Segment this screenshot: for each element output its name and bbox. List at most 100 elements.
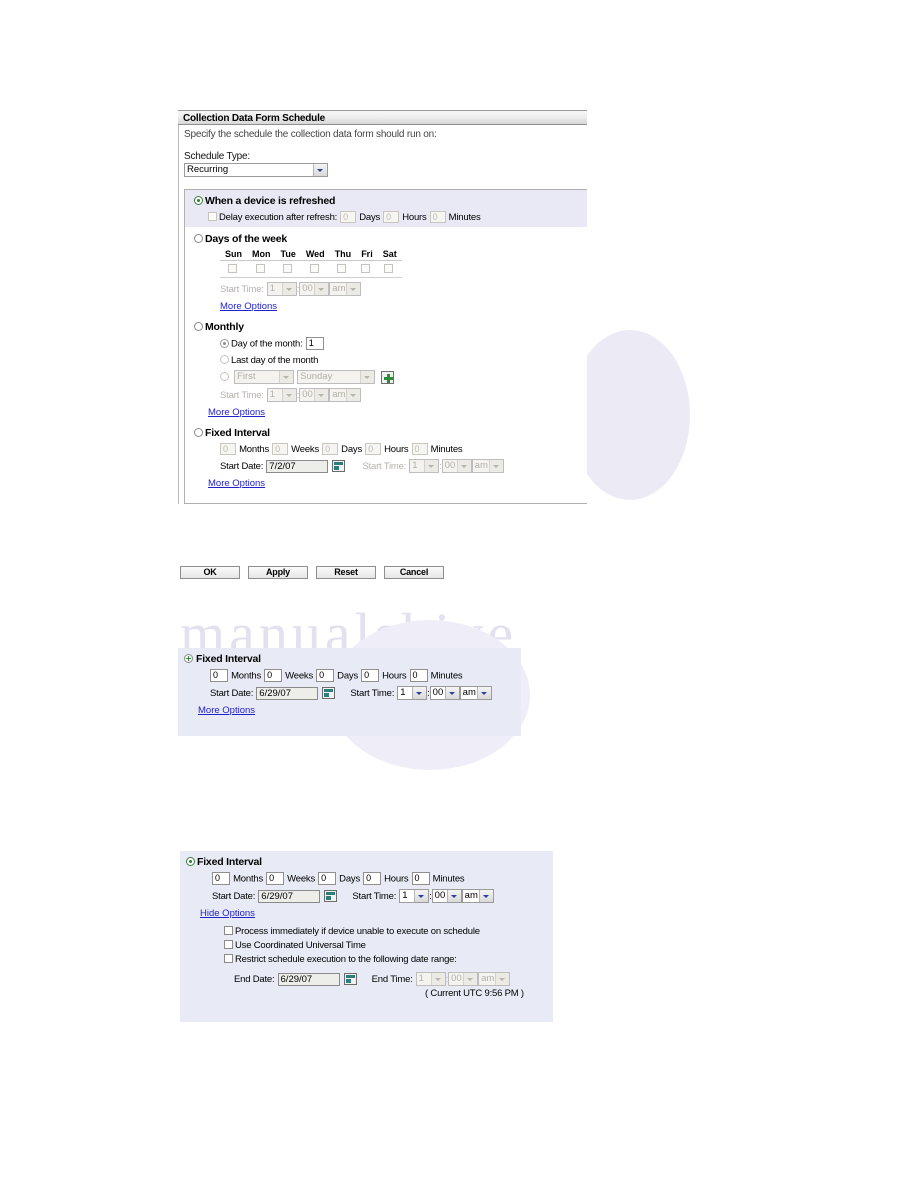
chevron-down-icon	[430, 973, 445, 985]
chevron-down-icon	[412, 687, 427, 699]
fixed-start-minute-select[interactable]: 00	[441, 459, 472, 474]
fixed-weeks-input[interactable]: 0	[264, 669, 283, 682]
reset-button[interactable]: Reset	[316, 566, 376, 579]
checkbox-day-tue[interactable]	[282, 264, 292, 274]
monthly-start-minute-value: 00	[302, 389, 313, 401]
weekly-start-meridiem-select[interactable]: am	[329, 282, 362, 297]
fixed-interval-collapsed-header[interactable]: Fixed Interval	[184, 653, 521, 665]
fixed-days-input[interactable]: 0	[318, 872, 337, 885]
checkbox-delay-execution[interactable]	[208, 212, 217, 221]
delay-minutes-input[interactable]: 0	[429, 211, 446, 224]
fixed-start-meridiem-select[interactable]: am	[461, 889, 494, 903]
fixed-interval-collapsed-body: Fixed Interval 0 Months 0 Weeks 0 Days 0…	[178, 648, 521, 716]
fixed-minutes-input[interactable]: 0	[411, 872, 430, 885]
fixed-start-meridiem-select[interactable]: am	[471, 459, 504, 474]
fixed-more-options-link[interactable]: More Options	[208, 478, 265, 489]
calendar-icon[interactable]	[343, 973, 357, 985]
fixed-start-hour-select[interactable]: 1	[397, 686, 428, 700]
chevron-down-icon	[476, 687, 491, 699]
radio-ordinal-weekday[interactable]	[220, 372, 229, 381]
radio-fixed-interval[interactable]	[184, 654, 193, 663]
monthly-more-options-link[interactable]: More Options	[208, 407, 265, 418]
fixed-start-hour-select[interactable]: 1	[409, 459, 440, 474]
end-hour-value: 1	[418, 973, 424, 984]
add-icon[interactable]	[381, 370, 395, 384]
monthly-start-meridiem-select[interactable]: am	[329, 388, 362, 403]
more-options-link[interactable]: More Options	[198, 705, 255, 716]
ok-button[interactable]: OK	[180, 566, 240, 579]
checkbox-day-sat[interactable]	[384, 264, 394, 274]
checkbox-restrict-range[interactable]	[224, 954, 233, 963]
monthly-start-minute-select[interactable]: 00	[299, 388, 330, 403]
fixed-days-input[interactable]: 0	[322, 443, 339, 456]
calendar-icon[interactable]	[324, 890, 338, 902]
checkbox-day-fri[interactable]	[361, 264, 371, 274]
option-group-on-refresh[interactable]: When a device is refreshed Delay executi…	[185, 190, 587, 229]
schedule-type-label: Schedule Type:	[184, 151, 250, 162]
fixed-start-minute-select[interactable]: 00	[431, 889, 462, 903]
end-date-input[interactable]: 6/29/07	[277, 972, 340, 986]
fixed-start-hour-select[interactable]: 1	[399, 889, 430, 903]
fixed-hours-input[interactable]: 0	[365, 443, 382, 456]
panel-description: Specify the schedule the collection data…	[184, 129, 437, 140]
checkbox-day-mon[interactable]	[255, 264, 265, 274]
checkbox-day-sun[interactable]	[228, 264, 237, 274]
calendar-icon[interactable]	[332, 460, 346, 473]
fixed-start-minute-select[interactable]: 00	[429, 686, 460, 700]
fixed-start-date-input[interactable]: 6/29/07	[256, 686, 319, 700]
fixed-minutes-input[interactable]: 0	[409, 669, 428, 682]
weekly-start-minute-select[interactable]: 00	[299, 282, 330, 297]
fixed-minutes-input[interactable]: 0	[411, 443, 428, 456]
fixed-hours-input[interactable]: 0	[363, 872, 382, 885]
fixed-start-meridiem-value: am	[462, 687, 476, 698]
fixed-interval-expanded-header[interactable]: Fixed Interval	[186, 856, 553, 868]
fixed-months-input[interactable]: 0	[220, 443, 236, 456]
process-immediately-label: Process immediately if device unable to …	[235, 926, 480, 937]
radio-fixed-interval[interactable]	[186, 857, 195, 866]
fixed-start-meridiem-select[interactable]: am	[459, 686, 492, 700]
checkbox-process-immediately[interactable]	[224, 926, 233, 935]
fixed-months-input[interactable]: 0	[212, 872, 230, 885]
checkbox-day-thu[interactable]	[337, 264, 347, 274]
delay-days-input[interactable]: 0	[340, 211, 357, 224]
fixed-weeks-input[interactable]: 0	[266, 872, 285, 885]
checkbox-use-utc[interactable]	[224, 940, 233, 949]
fixed-months-input[interactable]: 0	[210, 669, 228, 682]
radio-on-refresh[interactable]	[194, 196, 203, 205]
fixed-hours-input[interactable]: 0	[361, 669, 380, 682]
monthly-weekday-select[interactable]: Sunday	[297, 370, 376, 385]
option-group-fixed-interval[interactable]: Fixed Interval 0 Months 0 Weeks 0 Days 0…	[185, 422, 587, 503]
radio-last-day-of-month[interactable]	[220, 355, 229, 365]
checkbox-day-wed[interactable]	[309, 264, 319, 274]
monthly-ordinal-select[interactable]: First	[234, 370, 295, 385]
weekly-start-hour-select[interactable]: 1	[266, 282, 297, 297]
calendar-icon[interactable]	[322, 687, 336, 699]
radio-days-of-week[interactable]	[194, 234, 203, 244]
radio-monthly[interactable]	[194, 322, 203, 332]
fixed-start-date-input[interactable]: 6/29/07	[258, 889, 321, 903]
hide-options-link[interactable]: Hide Options	[200, 908, 255, 919]
end-minute-select[interactable]: 00	[448, 972, 479, 986]
fixed-days-input[interactable]: 0	[316, 669, 335, 682]
option-group-monthly[interactable]: Monthly Day of the month: 1 Last day of …	[185, 316, 587, 422]
option-group-days-of-week[interactable]: Days of the week Sun Mon Tue Wed Thu Fri…	[185, 228, 587, 316]
radio-fixed-interval[interactable]	[194, 428, 203, 438]
delay-hours-input[interactable]: 0	[383, 211, 400, 224]
day-of-month-input[interactable]: 1	[305, 337, 324, 351]
fixed-start-hour-value: 1	[400, 687, 406, 698]
schedule-type-select[interactable]: Recurring	[184, 163, 328, 177]
monthly-start-hour-select[interactable]: 1	[266, 388, 297, 403]
fixed-start-date-input[interactable]: 7/2/07	[266, 459, 329, 473]
chevron-down-icon	[346, 389, 361, 402]
cancel-button[interactable]: Cancel	[384, 566, 444, 579]
day-cell	[275, 260, 301, 279]
fixed-interval-collapsed-datetime-row: Start Date: 6/29/07 Start Time: 1 : 00 a…	[210, 686, 521, 700]
end-meridiem-select[interactable]: am	[478, 972, 511, 986]
fixed-weeks-input[interactable]: 0	[272, 443, 289, 456]
weekly-more-options-link[interactable]: More Options	[220, 301, 277, 312]
end-hour-select[interactable]: 1	[415, 972, 446, 986]
day-cell	[300, 260, 330, 279]
radio-day-of-month[interactable]	[220, 338, 229, 348]
option-label-fixed-interval: Fixed Interval	[196, 653, 261, 665]
apply-button[interactable]: Apply	[248, 566, 308, 579]
